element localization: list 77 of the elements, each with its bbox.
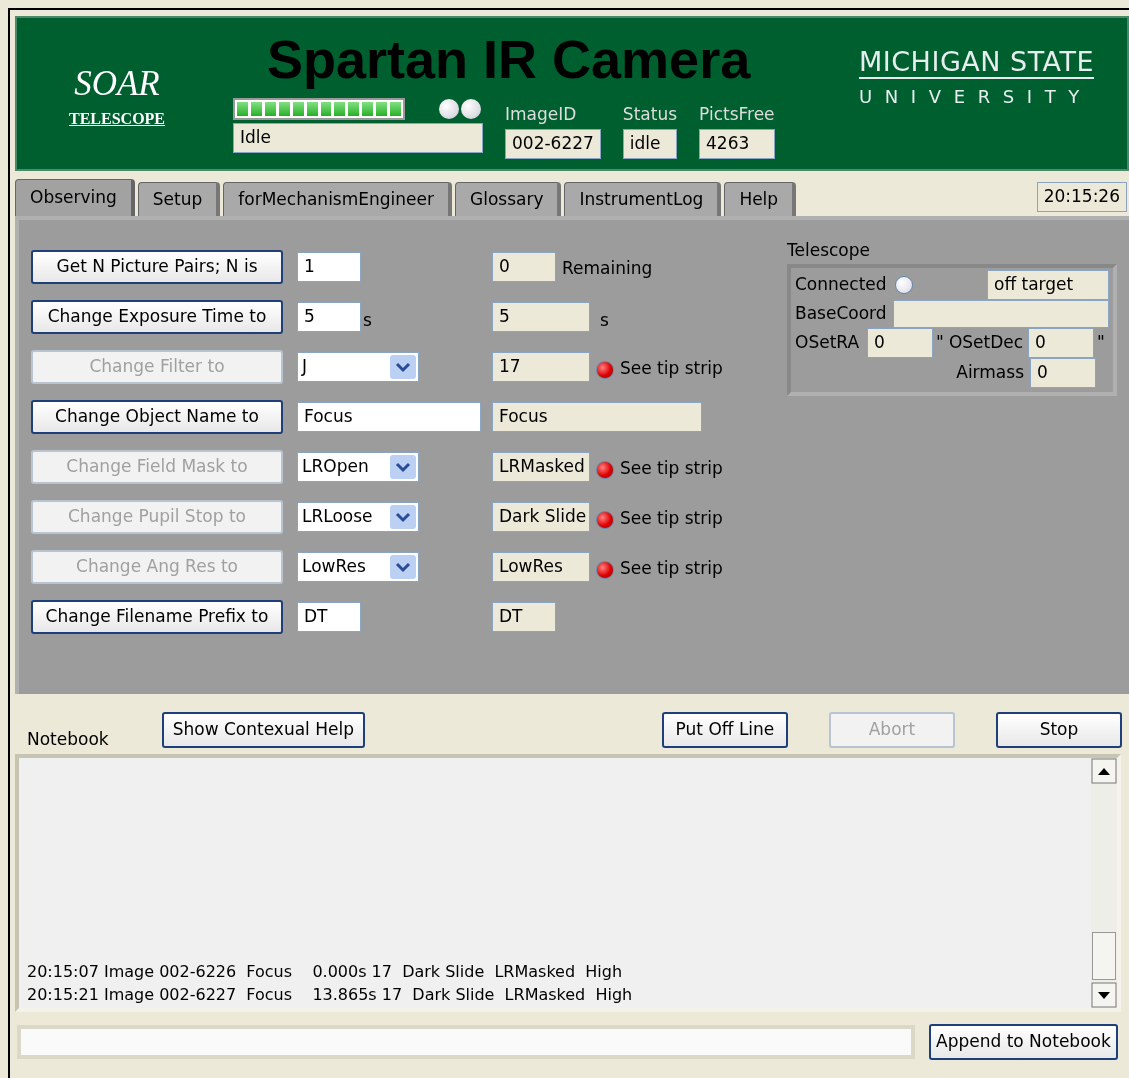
scroll-thumb[interactable] <box>1092 932 1116 980</box>
field-label: Status <box>622 103 678 124</box>
field-label: OSetRA <box>795 330 860 354</box>
clock-field: 20:15:26 <box>1036 182 1127 212</box>
field-label: Connected <box>795 272 887 296</box>
log-line: 20:15:21 Image 002-6227 Focus 13.865s 17 Dark Slide LRMasked High <box>27 984 634 1006</box>
filter-dropdown[interactable]: LROpen <box>297 452 419 482</box>
offset-field: 0 <box>1028 327 1095 358</box>
status-field: 002-6227 <box>505 129 601 159</box>
notebook-input[interactable] <box>17 1025 915 1059</box>
status-field: idle <box>622 129 678 159</box>
dropdown-value: J <box>302 355 307 379</box>
dropdown-value: LowRes <box>302 555 366 579</box>
university-logo-text: MICHIGAN STATE <box>859 48 1094 79</box>
status-field: 4263 <box>699 129 775 159</box>
scroll-down-icon[interactable] <box>1091 982 1117 1008</box>
notebook-label: Notebook <box>27 727 109 751</box>
field-label: Airmass <box>956 360 1024 384</box>
field-label: BaseCoord <box>795 301 887 325</box>
readback-field: LRMasked <box>492 452 590 482</box>
command-button[interactable]: Change Filename Prefix to <box>31 600 283 634</box>
action-button[interactable]: Show Contexual Help <box>161 712 365 748</box>
field-label: ImageID <box>505 103 578 124</box>
note-label: See tip strip <box>620 357 723 381</box>
soar-logo-text: SOAR <box>74 66 160 101</box>
telescope-logo-text: TELESCOPE <box>69 109 165 129</box>
group-title: Telescope <box>787 239 871 262</box>
log-line: 20:15:07 Image 002-6226 Focus 0.000s 17 Dark Slide LRMasked High <box>27 961 624 983</box>
note-label: See tip strip <box>620 557 723 581</box>
unit-label: " <box>936 330 944 354</box>
unit-label: s <box>363 309 372 333</box>
filter-dropdown[interactable]: LRLoose <box>297 502 419 532</box>
readback-field: DT <box>492 602 556 632</box>
tab[interactable]: InstrumentLog <box>564 182 722 216</box>
readback-field: Focus <box>492 402 702 432</box>
scroll-up-icon[interactable] <box>1091 758 1117 784</box>
chevron-down-icon <box>390 555 416 579</box>
tab[interactable]: Help <box>724 182 797 216</box>
readback-field: 5 <box>492 302 590 332</box>
note-label: Remaining <box>562 257 653 281</box>
setting-field[interactable]: 1 <box>297 252 361 282</box>
readback-field: LowRes <box>492 552 590 582</box>
append-button[interactable]: Append to Notebook <box>929 1024 1118 1060</box>
chevron-down-icon <box>390 505 416 529</box>
field-label: OSetDec <box>948 330 1024 354</box>
command-button[interactable]: Get N Picture Pairs; N is <box>31 250 283 284</box>
tab[interactable]: Observing <box>15 179 135 216</box>
scrollbar[interactable] <box>1091 758 1117 1008</box>
dropdown-value: LRLoose <box>302 505 373 529</box>
unit-label: " <box>1097 330 1105 354</box>
setting-field[interactable]: 5 <box>297 302 361 332</box>
readback-field: 0 <box>492 252 556 282</box>
offset-field: 0 <box>867 327 934 358</box>
readback-field: Dark Slide <box>492 502 590 532</box>
command-button[interactable]: Change Exposure Time to <box>31 300 283 334</box>
chevron-down-icon <box>390 455 416 479</box>
action-button[interactable]: Put Off Line <box>661 712 788 748</box>
note-label: See tip strip <box>620 507 723 531</box>
note-label: See tip strip <box>620 457 723 481</box>
filter-dropdown[interactable]: LowRes <box>297 552 419 582</box>
tab[interactable]: Setup <box>137 182 221 216</box>
setting-field[interactable]: DT <box>297 602 361 632</box>
readback-field: 17 <box>492 352 590 382</box>
chevron-down-icon <box>390 355 416 379</box>
action-button[interactable]: Stop <box>995 712 1122 748</box>
unit-label: s <box>600 309 609 333</box>
target-field: off target <box>987 269 1109 300</box>
dropdown-value: LROpen <box>302 455 369 479</box>
command-button[interactable]: Change Object Name to <box>31 400 283 434</box>
tab[interactable]: Glossary <box>455 182 562 216</box>
filter-dropdown[interactable]: J <box>297 352 419 382</box>
university-logo-text: UNIVERSITY <box>859 85 1093 109</box>
airmass-field: 0 <box>1030 357 1096 388</box>
setting-field[interactable]: Focus <box>297 402 481 432</box>
state-field: Idle <box>233 123 483 153</box>
field-label: PictsFree <box>699 103 775 124</box>
tab[interactable]: forMechanismEngineer <box>223 182 452 216</box>
